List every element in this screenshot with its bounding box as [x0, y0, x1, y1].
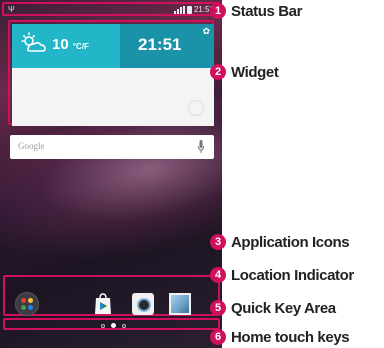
clock-time: 21:51: [138, 35, 182, 54]
location-indicator: [3, 318, 220, 330]
signal-icon: [173, 5, 185, 14]
battery-icon: [186, 5, 192, 14]
callout-text: Quick Key Area: [231, 299, 336, 317]
callout-quick-key-area: 5 Quick Key Area: [210, 297, 336, 319]
callout-home-touch-keys: 6 Home touch keys: [210, 326, 350, 348]
settings-icon[interactable]: ✿: [202, 26, 210, 37]
callout-status-bar: 1 Status Bar: [210, 0, 302, 22]
page-dot[interactable]: [122, 323, 126, 328]
app-folder-icon[interactable]: [15, 292, 39, 316]
callout-text: Home touch keys: [231, 328, 350, 346]
page-dot-active[interactable]: [111, 323, 116, 328]
callout-number: 3: [210, 234, 226, 250]
callout-number: 2: [210, 64, 226, 80]
callout-number: 5: [210, 300, 226, 316]
callout-text: Status Bar: [231, 2, 303, 20]
callout-text: Location Indicator: [231, 266, 354, 284]
search-placeholder: Google: [18, 141, 45, 151]
status-icons: 21:51: [173, 5, 214, 14]
callout-number: 1: [210, 3, 226, 19]
callout-application-icons: 3 Application Icons: [210, 231, 350, 253]
partly-cloudy-icon: [21, 32, 46, 52]
page-dot[interactable]: [101, 323, 105, 328]
application-icons-area: [3, 275, 220, 316]
callout-widget: 2 Widget: [210, 61, 279, 83]
play-store-icon[interactable]: [93, 293, 113, 315]
callout-number: 4: [210, 267, 226, 283]
mic-icon[interactable]: [198, 140, 204, 153]
check-circle-icon[interactable]: [188, 100, 204, 116]
phone-screen: Ψ 21:51 10 °C/F ✿ 21:51 Google: [0, 0, 222, 348]
callout-number: 6: [210, 329, 226, 345]
weather-clock-widget[interactable]: 10 °C/F ✿ 21:51: [8, 20, 214, 126]
callout-location-indicator: 4 Location Indicator: [210, 264, 354, 286]
usb-icon: Ψ: [8, 5, 15, 14]
callout-text: Application Icons: [231, 233, 350, 251]
google-search-bar[interactable]: Google: [10, 135, 214, 159]
status-bar[interactable]: Ψ 21:51: [2, 2, 220, 16]
gallery-icon[interactable]: [169, 293, 191, 315]
weather-panel[interactable]: 10 °C/F: [12, 24, 120, 68]
temperature-value: 10: [52, 36, 69, 53]
page-dots: [101, 323, 126, 328]
temperature-unit: °C/F: [72, 42, 89, 51]
callout-text: Widget: [231, 63, 279, 81]
clock-panel[interactable]: ✿ 21:51: [120, 24, 214, 68]
widget-content-area: [12, 68, 214, 126]
camera-icon[interactable]: [132, 293, 154, 315]
temperature: 10 °C/F: [52, 36, 89, 53]
